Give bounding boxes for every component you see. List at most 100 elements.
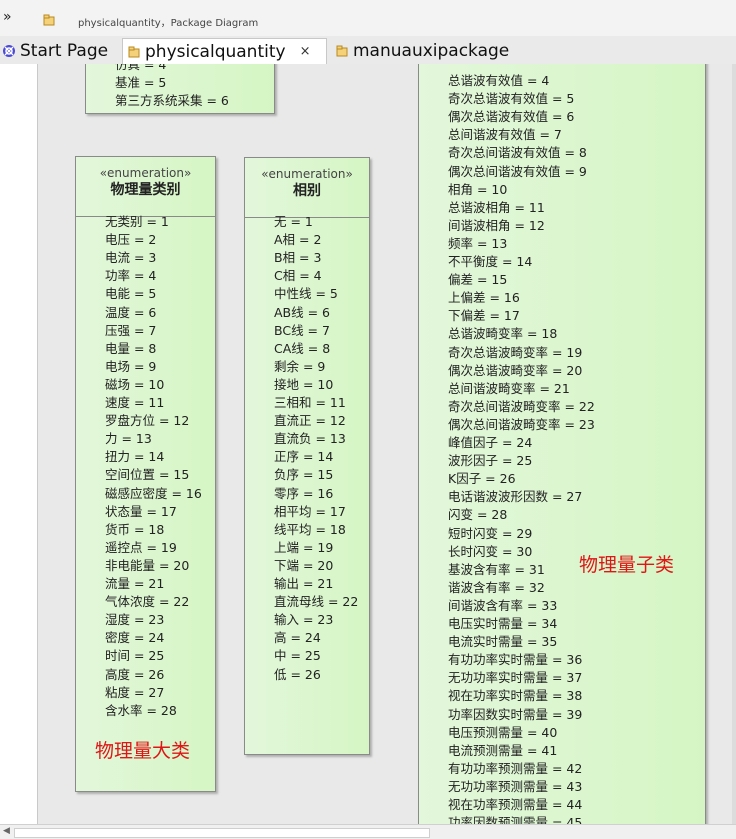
enum-literal: 间谐波含有率 = 33 bbox=[448, 597, 558, 613]
enum-literal: 力 = 13 bbox=[105, 431, 152, 447]
note-physical-quantity-category: 物理量大类 bbox=[95, 740, 191, 762]
enum-literal: 线平均 = 18 bbox=[274, 521, 346, 537]
enum-literal: 上端 = 19 bbox=[274, 539, 334, 555]
enum-literal: 压强 = 7 bbox=[105, 322, 157, 338]
tab-physicalquantity[interactable]: physicalquantity × bbox=[122, 38, 327, 64]
scrollbar-thumb[interactable] bbox=[14, 828, 430, 838]
enum-literal: 直流正 = 12 bbox=[274, 413, 346, 429]
enum-literal: 温度 = 6 bbox=[105, 304, 157, 320]
enum-literal: 粘度 = 27 bbox=[105, 684, 165, 700]
enum-literal: 总谐波畸变率 = 18 bbox=[448, 326, 558, 342]
enum-name: 相别 bbox=[293, 183, 321, 199]
enum-literal: 三相和 = 11 bbox=[274, 395, 346, 410]
enum-literal: 功率 = 4 bbox=[105, 268, 157, 284]
enum-literal: 高 = 24 bbox=[274, 630, 321, 646]
enum-literal: 下端 = 20 bbox=[274, 557, 334, 573]
tab-label: manuauxipackage bbox=[353, 41, 510, 61]
enum-literal: 仿真 = 4 bbox=[115, 64, 167, 72]
enum-literal: 电场 = 9 bbox=[105, 358, 157, 374]
horizontal-scrollbar[interactable]: ◀ bbox=[0, 824, 736, 839]
enum-box-phase[interactable]: «enumeration» 相别 无 = 1 A相 = 2 B相 = 3 C相 = 4… bbox=[244, 157, 370, 755]
enum-literal: 无功功率实时需量 = 37 bbox=[448, 670, 583, 686]
enum-literal: 偶次总间谐波畸变率 = 23 bbox=[448, 416, 595, 432]
stereotype-label: «enumeration» bbox=[99, 166, 192, 180]
enum-literal: 基波含有率 = 31 bbox=[448, 561, 545, 577]
enum-box-physical-quantity-subclass[interactable]: 总谐波有效值 = 4 奇次总谐波有效值 = 5 偶次总谐波有效值 = 6 总间谐波有效… bbox=[418, 64, 706, 824]
enum-literal: 空间位置 = 15 bbox=[105, 467, 190, 483]
enum-literal: 电能 = 5 bbox=[105, 286, 157, 302]
enum-literal: 峰值因子 = 24 bbox=[448, 435, 533, 450]
tab-start-page[interactable]: Start Page bbox=[0, 38, 120, 64]
enum-literal: 偶次总谐波有效值 = 6 bbox=[448, 109, 575, 125]
enum-literal: 总谐波有效值 = 4 bbox=[448, 73, 550, 88]
enum-literal: 中 = 25 bbox=[274, 648, 321, 664]
enum-literal: 上偏差 = 16 bbox=[448, 290, 520, 306]
enum-literal: 直流负 = 13 bbox=[274, 431, 346, 447]
enum-literal: 第三方系统采集 = 6 bbox=[115, 93, 229, 108]
enum-literal: 电流预测需量 = 41 bbox=[448, 742, 558, 758]
enum-literal: 零序 = 16 bbox=[274, 485, 334, 501]
enum-literal: 偏差 = 15 bbox=[448, 272, 508, 288]
enum-box-physical-quantity-category[interactable]: «enumeration» 物理量类别 无类别 = 1 电压 = 2 电流 = 3 功… bbox=[75, 156, 216, 792]
enum-literal: 负序 = 15 bbox=[274, 467, 334, 483]
enum-literal: 长时闪变 = 30 bbox=[448, 543, 533, 559]
enum-literal: 货币 = 18 bbox=[105, 521, 165, 537]
enum-name: 物理量类别 bbox=[110, 182, 181, 198]
enum-literal: 流量 = 21 bbox=[105, 576, 165, 591]
enum-header: «enumeration» 相别 bbox=[245, 167, 369, 218]
enum-literal: 磁感应密度 = 16 bbox=[105, 485, 202, 501]
enum-literal: 电流实时需量 = 35 bbox=[448, 634, 558, 650]
enum-literal: 偶次总谐波畸变率 = 20 bbox=[448, 362, 583, 378]
enum-literal: 电压预测需量 = 40 bbox=[448, 724, 558, 740]
breadcrumb: physicalquantity，Package Diagram bbox=[78, 18, 259, 29]
enum-literal: 电话谐波波形因数 = 27 bbox=[448, 489, 583, 505]
enum-literal: 无功功率预测需量 = 43 bbox=[448, 778, 583, 794]
enum-literal: 功率因数实时需量 = 39 bbox=[448, 706, 583, 722]
enum-literal: 湿度 = 23 bbox=[105, 612, 165, 628]
enum-literal: 相角 = 10 bbox=[448, 181, 508, 197]
enum-literal: 相平均 = 17 bbox=[274, 503, 346, 519]
tab-label: physicalquantity bbox=[145, 41, 286, 62]
enum-literal: 剩余 = 9 bbox=[274, 358, 326, 374]
enum-literal: 间谐波相角 = 12 bbox=[448, 217, 545, 233]
scroll-left-arrow-icon[interactable]: ◀ bbox=[3, 826, 10, 836]
enum-literal: 时间 = 25 bbox=[105, 648, 165, 664]
enum-literal: 视在功率预测需量 = 44 bbox=[448, 797, 583, 812]
enum-literal: 不平衡度 = 14 bbox=[448, 254, 533, 269]
enum-literal: 奇次总间谐波畸变率 = 22 bbox=[448, 398, 595, 414]
enum-literal: 气体浓度 = 22 bbox=[105, 594, 190, 610]
title-bar: » physicalquantity，Package Diagram bbox=[0, 0, 736, 36]
tab-bar: Start Page physicalquantity × manuauxipa… bbox=[0, 36, 736, 65]
enum-literal: 总谐波相角 = 11 bbox=[448, 199, 545, 215]
enum-literal: 遥控点 = 19 bbox=[105, 539, 177, 555]
enum-literal: 下偏差 = 17 bbox=[448, 308, 520, 324]
enum-literal: CA线 = 8 bbox=[274, 340, 331, 356]
enum-literal: 密度 = 24 bbox=[105, 630, 165, 646]
enum-literal: 短时闪变 = 29 bbox=[448, 525, 533, 541]
expand-chevrons-icon[interactable]: » bbox=[3, 9, 12, 25]
enum-literal: K因子 = 26 bbox=[448, 471, 516, 487]
enum-literal: 中性线 = 5 bbox=[274, 286, 338, 302]
enum-literal: 电量 = 8 bbox=[105, 340, 157, 356]
package-icon bbox=[128, 46, 140, 57]
enum-literal: 功率因数预测需量 = 45 bbox=[448, 815, 583, 824]
enum-literal: 磁场 = 10 bbox=[105, 376, 165, 392]
note-physical-quantity-subclass: 物理量子类 bbox=[579, 554, 675, 576]
enum-literal: 低 = 26 bbox=[274, 666, 321, 682]
package-icon bbox=[336, 45, 348, 57]
enum-box-partial[interactable]: 仿真 = 4 基准 = 5 第三方系统采集 = 6 bbox=[85, 64, 275, 114]
close-tab-icon[interactable]: × bbox=[300, 44, 311, 59]
enum-literal: 总间谐波有效值 = 7 bbox=[448, 127, 562, 143]
enum-literal: 波形因子 = 25 bbox=[448, 453, 533, 469]
enum-literal: 速度 = 11 bbox=[105, 395, 165, 410]
enum-literal: 电流 = 3 bbox=[105, 250, 157, 266]
tab-manuauxipackage[interactable]: manuauxipackage bbox=[331, 38, 531, 64]
package-icon bbox=[43, 14, 55, 26]
left-gutter bbox=[0, 64, 38, 824]
enum-literal: 高度 = 26 bbox=[105, 666, 165, 682]
enum-literal: 含水率 = 28 bbox=[105, 702, 177, 718]
enum-literal: 正序 = 14 bbox=[274, 449, 334, 465]
vertical-scrollbar[interactable] bbox=[732, 64, 736, 824]
enum-literal: 奇次总间谐波有效值 = 8 bbox=[448, 145, 587, 161]
diagram-canvas[interactable]: 仿真 = 4 基准 = 5 第三方系统采集 = 6 «enumeration» … bbox=[38, 64, 736, 824]
